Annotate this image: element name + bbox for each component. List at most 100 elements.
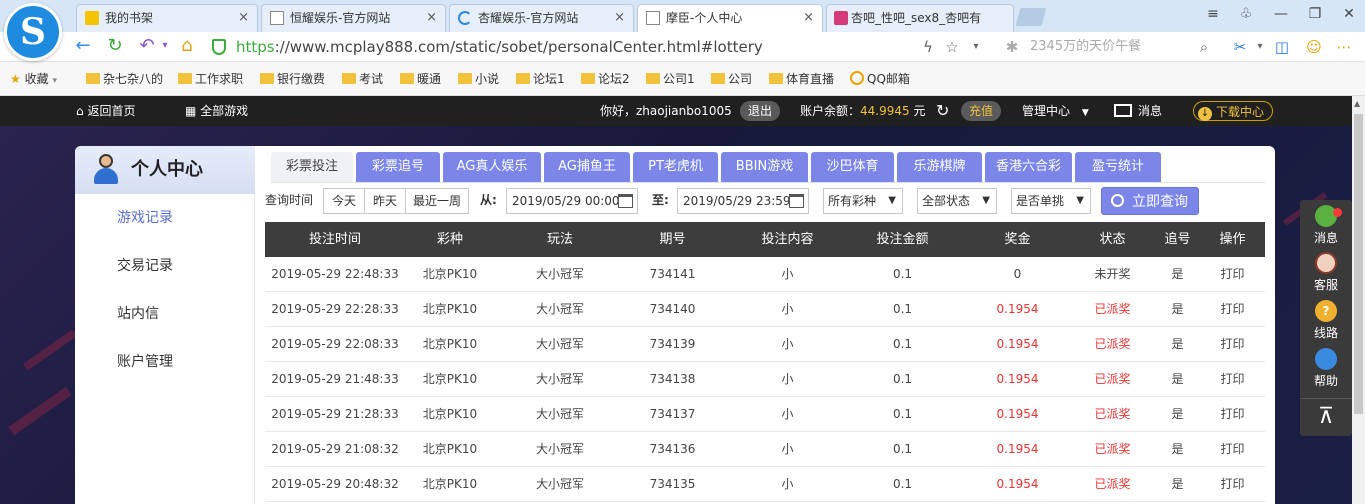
home-link[interactable]: ⌂ 返回首页 bbox=[76, 96, 135, 126]
refresh-icon[interactable]: ↻ bbox=[104, 36, 126, 56]
calendar-icon[interactable] bbox=[789, 194, 804, 208]
yesterday-button[interactable]: 昨天 bbox=[364, 188, 406, 214]
print-link[interactable]: 打印 bbox=[1205, 397, 1260, 432]
close-window-icon[interactable]: ✕ bbox=[1339, 6, 1359, 22]
single-bet-select[interactable]: 是否单挑 ▼ bbox=[1011, 188, 1091, 214]
tab-saba-sports[interactable]: 沙巴体育 bbox=[811, 152, 894, 182]
bookmark-label: 工作求职 bbox=[195, 72, 244, 86]
tab-leyou-chess[interactable]: 乐游棋牌 bbox=[897, 152, 982, 182]
tab-close-icon[interactable]: × bbox=[238, 5, 249, 31]
back-to-top-icon[interactable]: ⊼ bbox=[1300, 404, 1352, 430]
url-field[interactable]: https://www.mcplay888.com/static/sobet/p… bbox=[212, 35, 992, 59]
browser-tab[interactable]: 恒耀娱乐-官方网站 × bbox=[261, 4, 446, 32]
bookmark-folder[interactable]: 体育直播 bbox=[769, 70, 834, 88]
recharge-button[interactable]: 充值 bbox=[961, 101, 1002, 121]
float-messages-button[interactable]: 消息 bbox=[1300, 205, 1352, 246]
qq-mail-icon bbox=[850, 71, 864, 85]
from-label: 从: bbox=[480, 193, 497, 207]
logout-button[interactable]: 退出 bbox=[740, 101, 781, 121]
tab-ag-fishing[interactable]: AG捕鱼王 bbox=[544, 152, 630, 182]
lightning-icon[interactable]: ϟ bbox=[918, 37, 938, 57]
skin-icon[interactable]: ♧ bbox=[1236, 6, 1256, 22]
browser-tab[interactable]: 我的书架 × bbox=[76, 4, 258, 32]
tab-lottery-chase[interactable]: 彩票追号 bbox=[356, 152, 440, 182]
tab-pt-slots[interactable]: PT老虎机 bbox=[633, 152, 718, 182]
bookmark-folder[interactable]: 公司1 bbox=[646, 70, 695, 88]
star-dropdown-icon[interactable]: ▾ bbox=[966, 37, 986, 57]
new-tab-button[interactable] bbox=[1015, 8, 1047, 26]
cell-bet-content: 小 bbox=[781, 477, 794, 491]
download-center-button[interactable]: ↓ 下载中心 bbox=[1193, 101, 1274, 121]
bookmark-folder[interactable]: 公司 bbox=[711, 70, 752, 88]
back-icon[interactable]: ← bbox=[72, 36, 94, 56]
bookmark-label: 论坛2 bbox=[598, 72, 630, 86]
home-icon[interactable]: ⌂ bbox=[176, 36, 198, 56]
browser-logo[interactable]: S bbox=[4, 3, 62, 61]
tab-close-icon[interactable]: × bbox=[426, 5, 437, 31]
all-games-link[interactable]: ▦ 全部游戏 bbox=[185, 96, 248, 126]
scissors-icon[interactable]: ✂ bbox=[1230, 37, 1250, 57]
scroll-up-icon[interactable]: ▲ bbox=[1354, 99, 1360, 108]
chevron-down-icon: ▼ bbox=[982, 195, 990, 206]
print-link[interactable]: 打印 bbox=[1205, 327, 1260, 362]
bookmark-folder[interactable]: 小说 bbox=[458, 70, 499, 88]
tab-close-icon[interactable]: × bbox=[803, 5, 814, 31]
tab-ag-live[interactable]: AG真人娱乐 bbox=[443, 152, 541, 182]
browser-tab-active[interactable]: 摩臣-个人中心 × bbox=[637, 4, 823, 33]
tab-bbin[interactable]: BBIN游戏 bbox=[721, 152, 808, 182]
sidebar-item-transactions[interactable]: 交易记录 bbox=[117, 256, 173, 276]
print-link[interactable]: 打印 bbox=[1205, 467, 1260, 502]
browser-tab[interactable]: 杏吧_性吧_sex8_杏吧有 bbox=[826, 4, 1014, 32]
scissors-dropdown-icon[interactable]: ▾ bbox=[1250, 37, 1270, 57]
bookmark-folder[interactable]: 考试 bbox=[342, 70, 383, 88]
print-link[interactable]: 打印 bbox=[1205, 292, 1260, 327]
print-link[interactable]: 打印 bbox=[1205, 362, 1260, 397]
sidebar-item-inbox[interactable]: 站内信 bbox=[117, 304, 159, 324]
print-link[interactable]: 打印 bbox=[1205, 432, 1260, 467]
lottery-type-select[interactable]: 所有彩种 ▼ bbox=[823, 188, 903, 214]
from-date-field[interactable]: 2019/05/29 00:00 bbox=[506, 188, 638, 214]
float-help-button[interactable]: 帮助 bbox=[1300, 348, 1352, 389]
more-icon[interactable]: ⋯ bbox=[1334, 37, 1354, 57]
translate-icon[interactable]: ◫ bbox=[1272, 37, 1292, 57]
emoji-icon[interactable]: ☺ bbox=[1304, 37, 1324, 57]
tab-hk-six[interactable]: 香港六合彩 bbox=[985, 152, 1072, 182]
refresh-balance-icon[interactable]: ↻ bbox=[936, 96, 949, 126]
bookmark-favorites[interactable]: ★ 收藏 ▾ bbox=[10, 70, 57, 88]
tab-lottery-bets[interactable]: 彩票投注 bbox=[271, 152, 353, 182]
search-input[interactable]: 2345万的天价午餐 bbox=[1030, 37, 1141, 57]
bookmark-folder[interactable]: 论坛1 bbox=[516, 70, 565, 88]
star-icon[interactable]: ☆ bbox=[942, 37, 962, 57]
print-link[interactable]: 打印 bbox=[1205, 257, 1260, 292]
bookmark-folder[interactable]: 银行缴费 bbox=[260, 70, 325, 88]
float-service-button[interactable]: 客服 bbox=[1300, 252, 1352, 293]
tab-close-icon[interactable]: × bbox=[614, 5, 625, 31]
bookmark-folder[interactable]: 杂七杂八的 bbox=[86, 70, 163, 88]
sidebar-item-account[interactable]: 账户管理 bbox=[117, 352, 173, 372]
manage-center-menu[interactable]: 管理中心 ▼ bbox=[1022, 96, 1089, 126]
float-route-button[interactable]: ? 线路 bbox=[1300, 300, 1352, 341]
calendar-icon[interactable] bbox=[618, 194, 633, 208]
tab-title: 摩臣-个人中心 bbox=[666, 11, 743, 25]
status-select[interactable]: 全部状态 ▼ bbox=[917, 188, 997, 214]
bookmark-qqmail[interactable]: QQ邮箱 bbox=[850, 70, 910, 88]
bookmark-folder[interactable]: 论坛2 bbox=[581, 70, 630, 88]
menu-icon[interactable]: ≡ bbox=[1203, 6, 1223, 22]
minimize-icon[interactable]: — bbox=[1271, 6, 1291, 22]
maximize-icon[interactable]: ❐ bbox=[1305, 6, 1325, 22]
page-scrollbar[interactable]: ▲ bbox=[1352, 96, 1365, 504]
tab-profit-stats[interactable]: 盈亏统计 bbox=[1075, 152, 1161, 182]
undo-dropdown-icon[interactable]: ▾ bbox=[154, 36, 176, 56]
scrollbar-thumb[interactable] bbox=[1354, 114, 1363, 414]
query-button[interactable]: 立即查询 bbox=[1101, 187, 1199, 215]
today-button[interactable]: 今天 bbox=[323, 188, 365, 214]
bookmark-folder[interactable]: 暖通 bbox=[400, 70, 441, 88]
search-icon[interactable]: ⌕ bbox=[1194, 37, 1214, 57]
sidebar-item-game-records[interactable]: 游戏记录 bbox=[117, 208, 173, 228]
browser-tab[interactable]: 杏耀娱乐-官方网站 × bbox=[449, 4, 634, 32]
to-date-field[interactable]: 2019/05/29 23:59 bbox=[677, 188, 809, 214]
messages-link[interactable]: 消息 bbox=[1114, 96, 1162, 126]
query-button-label: 立即查询 bbox=[1132, 194, 1188, 210]
last-week-button[interactable]: 最近一周 bbox=[405, 188, 469, 214]
bookmark-folder[interactable]: 工作求职 bbox=[178, 70, 243, 88]
